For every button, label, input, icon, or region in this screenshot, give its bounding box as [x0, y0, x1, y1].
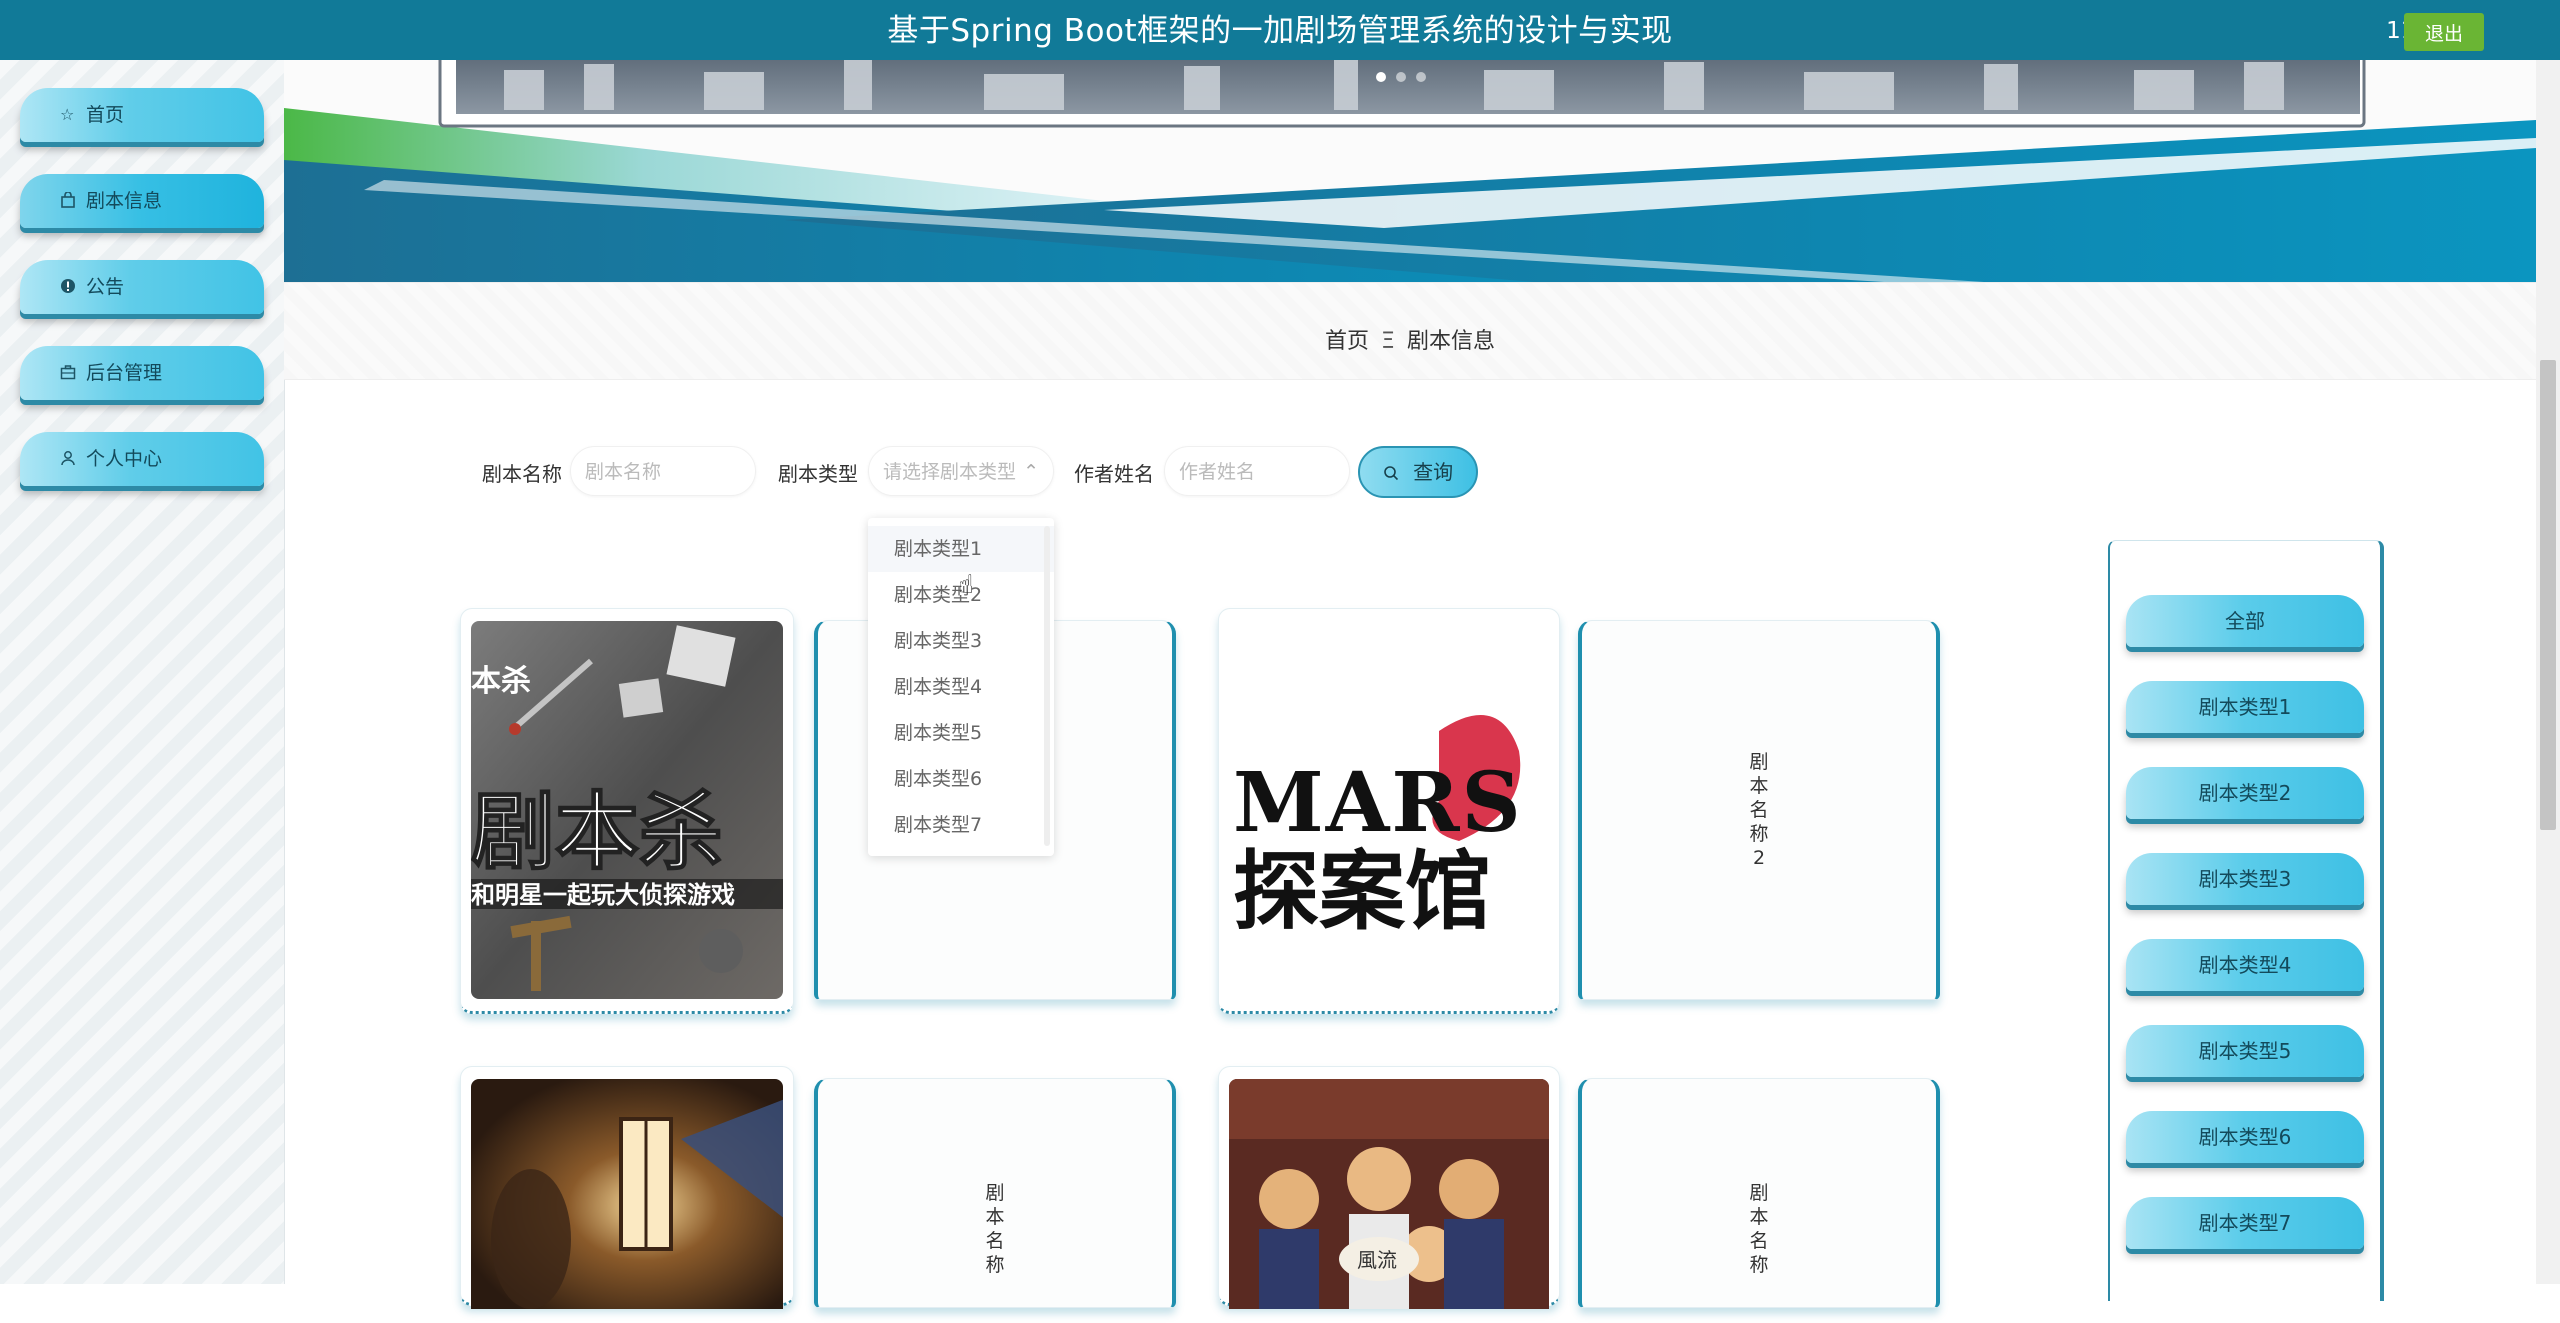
script-card[interactable] [460, 1066, 794, 1309]
sidebar-item-admin[interactable]: 后台管理 [20, 346, 264, 400]
alert-icon [60, 260, 76, 314]
star-icon: ☆ [60, 105, 75, 124]
type-filter-item[interactable]: 剧本类型3 [2126, 853, 2364, 905]
cover-text-main: 剧本杀 [471, 783, 723, 881]
script-cover-image [471, 1079, 783, 1323]
script-type-dropdown: 剧本类型1 剧本类型2 剧本类型3 剧本类型4 剧本类型5 剧本类型6 剧本类型… [868, 518, 1054, 856]
script-type-label: 剧本类型 [778, 462, 858, 486]
header-bar: 基于Spring Boot框架的一加剧场管理系统的设计与实现 111 退出 [0, 0, 2560, 60]
search-button[interactable]: 查询 [1358, 446, 1478, 498]
page-title: 基于Spring Boot框架的一加剧场管理系统的设计与实现 [887, 13, 1673, 49]
search-button-label: 查询 [1413, 460, 1454, 484]
script-card[interactable]: 剧本名称 [814, 1078, 1176, 1308]
page-scrollbar-thumb[interactable] [2540, 360, 2556, 830]
cover-fan-text: 風流 [1357, 1248, 1397, 1272]
chevron-up-icon: ⌃ [1023, 461, 1039, 483]
script-card[interactable]: 本杀 剧本杀 和明星一起玩大侦探游戏 [460, 608, 794, 1014]
user-icon [60, 432, 76, 486]
banner [284, 60, 2536, 282]
sidebar-item-label: 首页 [86, 104, 125, 126]
dropdown-option[interactable]: 剧本类型5 [868, 710, 1054, 756]
type-filter-item[interactable]: 剧本类型5 [2126, 1025, 2364, 1077]
page-scrollbar[interactable] [2536, 60, 2560, 1284]
cover-text-detective: 探案馆 [1233, 841, 1491, 942]
type-filter-item[interactable]: 剧本类型1 [2126, 681, 2364, 733]
script-cover-image: 風流 [1229, 1079, 1549, 1323]
cover-text-top: 本杀 [471, 664, 531, 699]
carousel-dots [1376, 72, 1426, 82]
sidebar-item-home[interactable]: ☆ 首页 [20, 88, 264, 142]
sidebar: ☆ 首页 剧本信息 公告 后台管理 个人中心 [0, 60, 285, 1284]
script-type-select[interactable]: 请选择剧本类型 ⌃ [868, 446, 1054, 496]
sidebar-item-label: 剧本信息 [86, 190, 163, 212]
dropdown-option[interactable]: 剧本类型1 [868, 526, 1054, 572]
dropdown-scrollbar[interactable] [1044, 526, 1050, 846]
type-filter-item[interactable]: 剧本类型7 [2126, 1197, 2364, 1249]
type-filter-all[interactable]: 全部 [2126, 595, 2364, 647]
breadcrumb-current: 剧本信息 [1406, 329, 1495, 354]
sidebar-item-label: 后台管理 [86, 362, 163, 384]
breadcrumb-home[interactable]: 首页 [1325, 329, 1369, 354]
sidebar-item-notice[interactable]: 公告 [20, 260, 264, 314]
dropdown-option[interactable]: 剧本类型6 [868, 756, 1054, 802]
type-filter-item[interactable]: 剧本类型6 [2126, 1111, 2364, 1163]
script-name-input[interactable]: 剧本名称 [570, 446, 756, 496]
briefcase-icon [60, 346, 76, 400]
script-type-placeholder: 请选择剧本类型 [883, 461, 1017, 483]
script-card[interactable]: MARS 探案馆 [1218, 608, 1560, 1014]
cover-text-mars: MARS [1233, 755, 1523, 851]
script-card[interactable]: 剧本名称2 [1578, 620, 1940, 1000]
sidebar-item-scripts[interactable]: 剧本信息 [20, 174, 264, 228]
script-cover-image: MARS 探案馆 [1229, 621, 1549, 999]
logout-button[interactable]: 退出 [2404, 13, 2484, 51]
script-card-title: 剧本名称 [1749, 1182, 1769, 1276]
cover-text-sub: 和明星一起玩大侦探游戏 [471, 881, 735, 909]
script-cover-image: 本杀 剧本杀 和明星一起玩大侦探游戏 [471, 621, 783, 999]
breadcrumb: 首页 Ξ 剧本信息 [284, 323, 2536, 355]
script-card[interactable]: 風流 [1218, 1066, 1560, 1309]
script-card-title: 剧本名称 [985, 1182, 1005, 1276]
script-card[interactable]: 剧本名称 [1578, 1078, 1940, 1308]
breadcrumb-band: 首页 Ξ 剧本信息 [284, 282, 2536, 380]
bag-icon [60, 174, 76, 228]
script-name-label: 剧本名称 [482, 462, 562, 486]
type-filter-item[interactable]: 剧本类型2 [2126, 767, 2364, 819]
breadcrumb-separator: Ξ [1381, 329, 1395, 354]
author-name-input[interactable]: 作者姓名 [1164, 446, 1350, 496]
dropdown-option[interactable]: 剧本类型4 [868, 664, 1054, 710]
dropdown-option[interactable]: 剧本类型7 [868, 802, 1054, 848]
script-card-title: 剧本名称2 [1749, 751, 1769, 869]
sidebar-item-label: 公告 [86, 276, 125, 298]
sidebar-item-profile[interactable]: 个人中心 [20, 432, 264, 486]
type-filter-panel: 全部 剧本类型1 剧本类型2 剧本类型3 剧本类型4 剧本类型5 剧本类型6 剧… [2108, 540, 2384, 1301]
search-icon [1383, 460, 1413, 484]
banner-background [284, 60, 2536, 282]
hand-cursor-icon: ☝ [958, 570, 974, 600]
sidebar-item-label: 个人中心 [86, 448, 163, 470]
type-filter-item[interactable]: 剧本类型4 [2126, 939, 2364, 991]
dropdown-option[interactable]: 剧本类型3 [868, 618, 1054, 664]
author-name-label: 作者姓名 [1074, 462, 1154, 486]
